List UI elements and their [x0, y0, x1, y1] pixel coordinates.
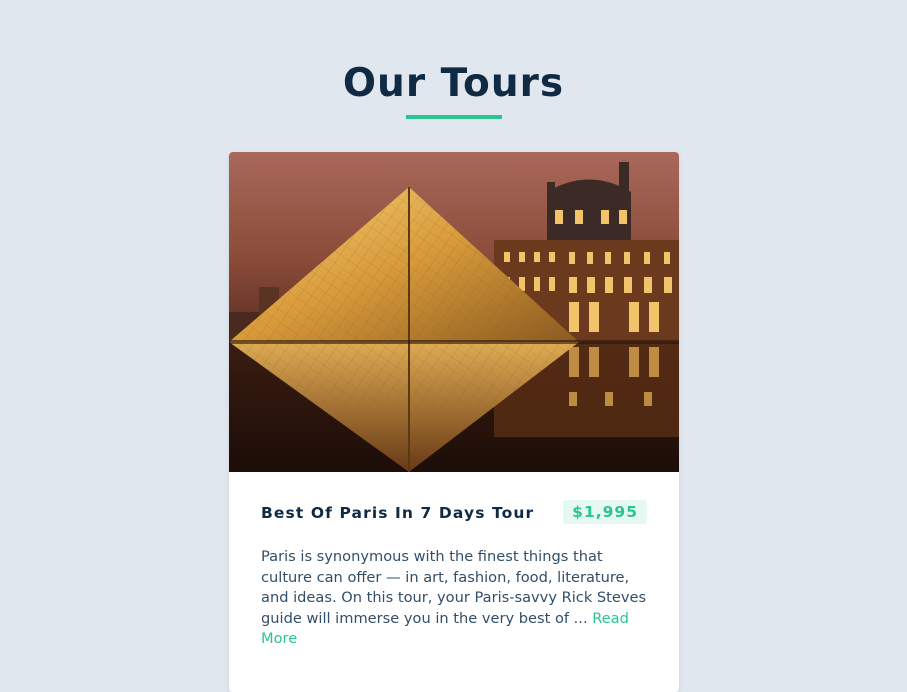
- tour-name: Best Of Paris In 7 Days Tour: [261, 504, 535, 522]
- title-underline: [406, 115, 502, 119]
- section-title: Our Tours: [342, 61, 565, 106]
- tour-description: Paris is synonymous with the finest thin…: [261, 547, 651, 650]
- section-header: Our Tours: [0, 56, 907, 112]
- tour-price: $1,995: [563, 500, 647, 524]
- tour-description-text: Paris is synonymous with the finest thin…: [261, 548, 647, 627]
- tour-image: [229, 152, 679, 472]
